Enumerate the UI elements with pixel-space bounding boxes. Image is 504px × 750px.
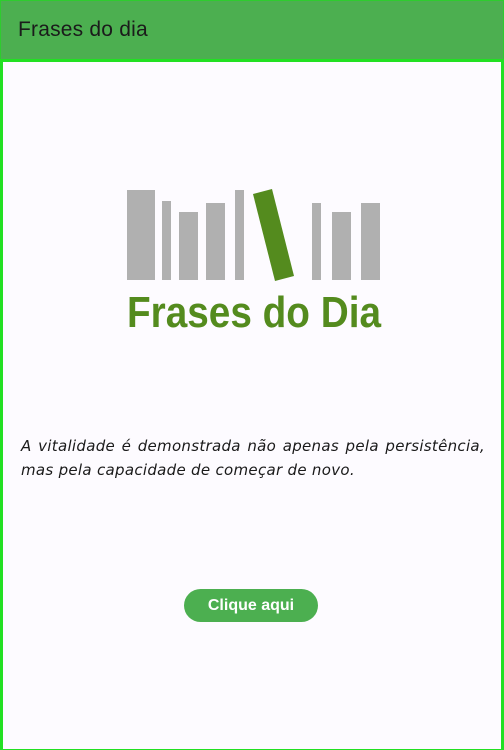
book-shape (312, 203, 321, 280)
book-shape (127, 190, 155, 280)
book-shape (162, 201, 171, 280)
book-shape (361, 203, 380, 280)
book-shape (179, 212, 198, 280)
book-shape (332, 212, 351, 280)
book-shape (206, 203, 225, 280)
quote-text: A vitalidade é demonstrada não apenas pe… (21, 437, 485, 479)
green-book-shape (253, 189, 294, 281)
logo-text: Frases do Dia (127, 288, 381, 332)
books-logo-icon: Frases do Dia (127, 189, 381, 332)
app-window: Frases do dia Frases do Dia A vitalidade… (0, 0, 504, 750)
frases-do-dia-logo: Frases do Dia (123, 187, 385, 332)
app-title: Frases do dia (18, 18, 148, 41)
clique-aqui-button[interactable]: Clique aqui (184, 589, 318, 622)
book-shape (235, 190, 244, 280)
app-bar: Frases do dia (0, 0, 504, 59)
main-content: Frases do Dia A vitalidade é demonstrada… (0, 59, 504, 750)
